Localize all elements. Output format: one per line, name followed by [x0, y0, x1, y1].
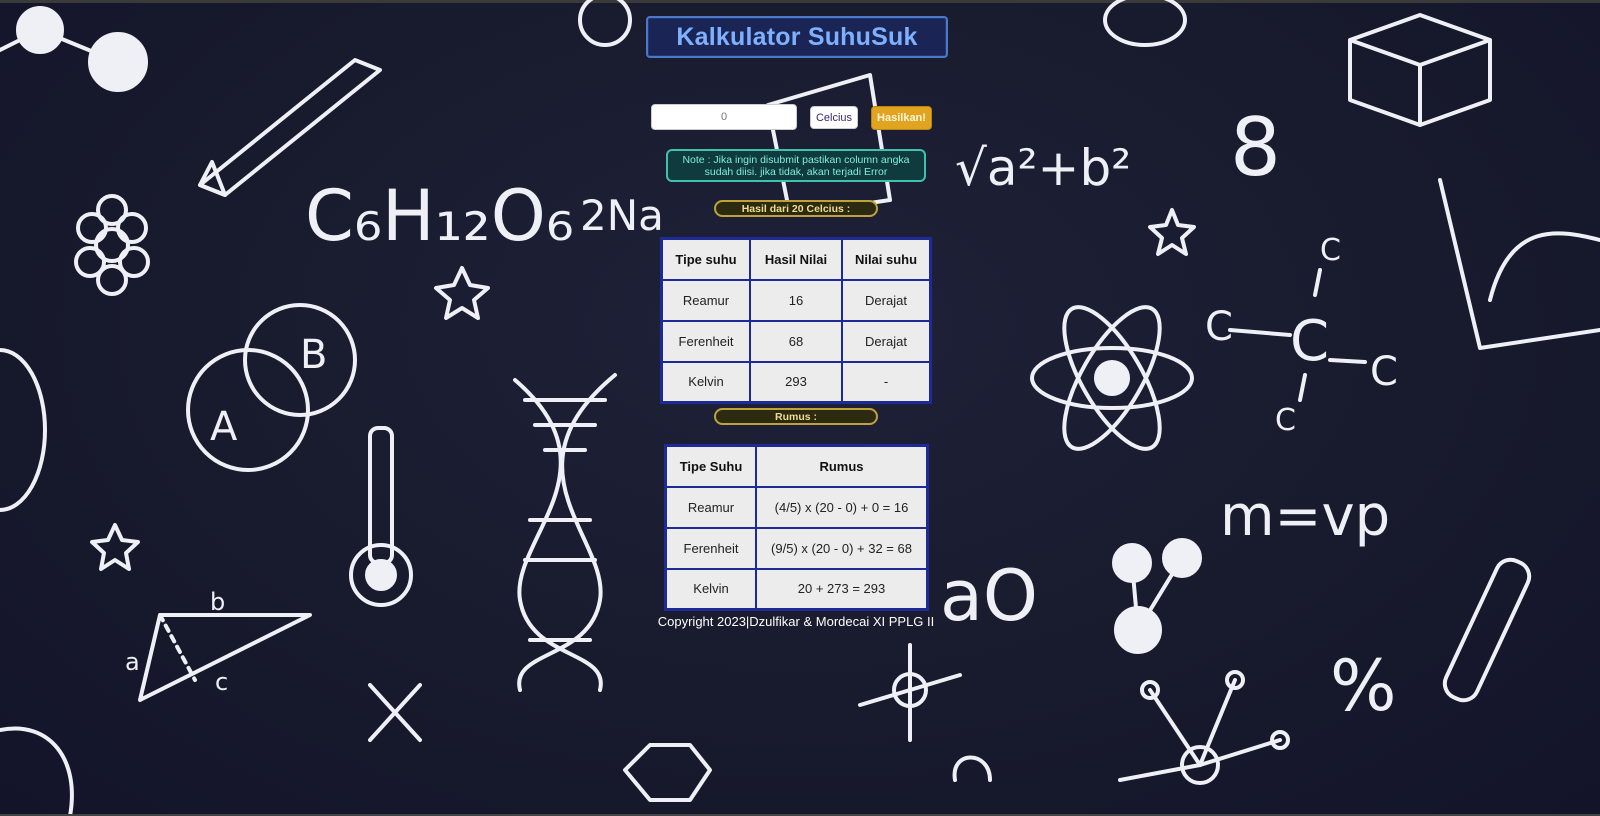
- table-header-row: Tipe Suhu Rumus: [664, 444, 929, 488]
- table-cell: 16: [749, 278, 843, 322]
- cube-doodle: [1348, 13, 1492, 127]
- table-cell: Derajat: [841, 278, 932, 322]
- table-row: Kelvin 293 -: [660, 360, 932, 404]
- test-tube-doodle: [1442, 557, 1532, 703]
- result-table: Tipe suhu Hasil Nilai Nilai suhu Reamur …: [660, 237, 932, 404]
- triangle-doodle: a b c: [125, 588, 312, 702]
- table-cell: 20 + 273 = 293: [755, 567, 929, 611]
- rumus-heading: Rumus :: [714, 408, 878, 425]
- submit-button-label: Hasilkan!: [877, 112, 926, 124]
- result-heading: Hasil dari 20 Celcius :: [714, 200, 878, 217]
- table-cell: (9/5) x (20 - 0) + 32 = 68: [755, 526, 929, 570]
- cluster-doodle: [74, 194, 150, 296]
- svg-text:8: 8: [1230, 101, 1281, 194]
- svg-text:√a²+b²: √a²+b²: [955, 139, 1131, 197]
- svg-text:a: a: [125, 648, 140, 676]
- formula-doodle: C₆H₁₂O₆: [305, 175, 574, 257]
- table-cell: Derajat: [841, 319, 932, 363]
- table-cell: Kelvin: [664, 567, 757, 611]
- svg-text:%: %: [1330, 645, 1397, 727]
- table-header: Nilai suhu: [841, 237, 932, 281]
- svg-text:C: C: [1320, 233, 1341, 268]
- svg-text:C: C: [1370, 349, 1398, 395]
- table-header: Rumus: [755, 444, 929, 488]
- table-cell: 68: [749, 319, 843, 363]
- table-header: Tipe suhu: [660, 237, 751, 281]
- venn-doodle: AB: [186, 303, 357, 472]
- table-header: Tipe Suhu: [664, 444, 757, 488]
- temperature-input[interactable]: [651, 104, 797, 130]
- note-text: Note : Jika ingin disubmit pastikan colu…: [682, 153, 910, 178]
- molecule-doodle: [0, 6, 148, 92]
- rumus-table: Tipe Suhu Rumus Reamur (4/5) x (20 - 0) …: [664, 444, 929, 611]
- svg-text:c: c: [215, 668, 228, 696]
- table-cell: -: [841, 360, 932, 404]
- svg-text:C: C: [1290, 309, 1329, 374]
- table-cell: (4/5) x (20 - 0) + 0 = 16: [755, 485, 929, 529]
- table-cell: Kelvin: [660, 360, 751, 404]
- atom-doodle: [1030, 305, 1194, 451]
- table-cell: Ferenheit: [664, 526, 757, 570]
- beaker-doodle: [766, 73, 892, 217]
- ring-doodle: [952, 755, 992, 782]
- table-row: Ferenheit 68 Derajat: [660, 319, 932, 363]
- unit-selected-value: Celcius: [815, 111, 853, 124]
- network-doodle: [1118, 670, 1290, 785]
- svg-text:2Na: 2Na: [580, 191, 664, 240]
- svg-text:m=vp: m=vp: [1220, 484, 1390, 549]
- table-header: Hasil Nilai: [749, 237, 843, 281]
- rumus-heading-text: Rumus :: [775, 410, 817, 423]
- table-row: Ferenheit (9/5) x (20 - 0) + 32 = 68: [664, 526, 929, 570]
- table-header-row: Tipe suhu Hasil Nilai Nilai suhu: [660, 237, 932, 281]
- svg-text:C: C: [1275, 403, 1296, 438]
- carbon-doodle: C CC CC: [1205, 233, 1398, 438]
- table-cell: Reamur: [664, 485, 757, 529]
- dna-doodle: [513, 373, 617, 692]
- table-cell: 293: [749, 360, 843, 404]
- footer-copyright: Copyright 2023|Dzulfikar & Mordecai XI P…: [657, 614, 935, 629]
- compass-doodle: [858, 643, 962, 742]
- app-title: Kalkulator SuhuSuk: [676, 22, 918, 51]
- table-cell: Reamur: [660, 278, 751, 322]
- table-cell: Ferenheit: [660, 319, 751, 363]
- cross-doodle: [368, 683, 422, 742]
- balls-doodle: [1112, 538, 1202, 654]
- svg-text:B: B: [300, 332, 327, 378]
- hexagon-doodle: [623, 743, 712, 802]
- submit-button[interactable]: Hasilkan!: [871, 106, 932, 130]
- unit-select[interactable]: Celcius: [810, 106, 858, 129]
- note-box: Note : Jika ingin disubmit pastikan colu…: [666, 149, 926, 182]
- graph-doodle: [1438, 178, 1600, 350]
- svg-text:b: b: [210, 588, 225, 616]
- result-heading-text: Hasil dari 20 Celcius :: [741, 202, 851, 215]
- app-title-box: Kalkulator SuhuSuk: [646, 16, 948, 58]
- table-row: Reamur (4/5) x (20 - 0) + 0 = 16: [664, 485, 929, 529]
- table-row: Kelvin 20 + 273 = 293: [664, 567, 929, 611]
- svg-text:A: A: [210, 404, 238, 450]
- thermometer-doodle: [349, 426, 413, 607]
- svg-text:C: C: [1205, 304, 1233, 350]
- table-row: Reamur 16 Derajat: [660, 278, 932, 322]
